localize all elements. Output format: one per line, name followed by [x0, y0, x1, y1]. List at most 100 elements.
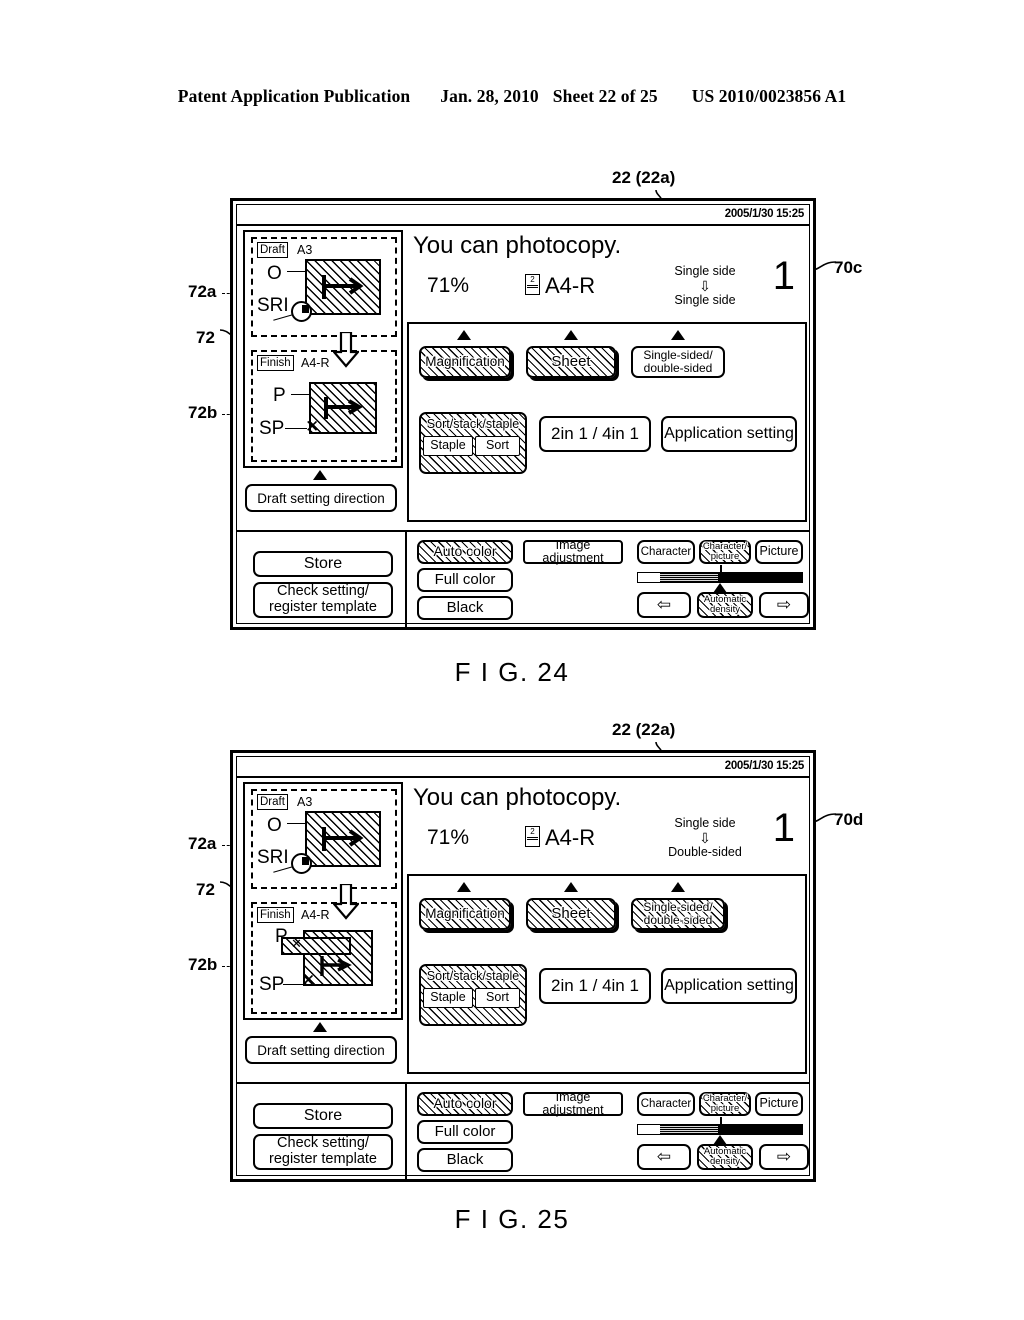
callout-72a-fig25: 72a — [188, 834, 217, 853]
settings-group-fig25: Magnification Sheet Single-sided/ double… — [407, 874, 807, 1074]
panel-bottom-area-fig25: Store Check setting/ register template A… — [237, 1082, 809, 1179]
finish-marker-sp-fig25: SP — [259, 974, 285, 995]
picture-button-fig25[interactable]: Picture — [755, 1092, 803, 1116]
draft-size-fig24: A3 — [297, 243, 313, 257]
check-setting-register-template-button-fig25[interactable]: Check setting/ register template — [253, 1134, 393, 1170]
sheet-button-fig24[interactable]: Sheet — [526, 346, 616, 378]
character-button-fig24[interactable]: Character — [637, 540, 695, 564]
callout-70c: 70c — [834, 258, 863, 277]
panel-inner-frame-fig25: 2005/1/30 15:25 Draft A3 O SRI Finish A4… — [236, 756, 810, 1179]
2in1-4in1-button-fig24[interactable]: 2in 1 / 4in 1 — [539, 416, 651, 452]
zoom-percent-fig24: 71% — [427, 274, 470, 297]
sheet-up-triangle-fig24 — [564, 330, 578, 340]
status-info-area-fig24: You can photocopy. 71% 2 A4-R Single sid… — [407, 228, 807, 321]
auto-color-button-fig24[interactable]: Auto color — [417, 540, 513, 564]
bottom-divider-fig24 — [405, 532, 407, 627]
magnification-up-triangle-fig24 — [457, 330, 471, 340]
copier-touch-panel-fig24: 2005/1/30 15:25 Draft A3 O SRI Finish A4… — [230, 198, 816, 630]
single-double-sided-button-fig24[interactable]: Single-sided/ double-sided — [631, 346, 725, 378]
magnification-button-fig25[interactable]: Magnification — [419, 898, 511, 930]
finish-corner-x-fig24: ✕ — [305, 417, 320, 436]
finish-tag-fig24: Finish — [257, 355, 294, 371]
duplex-to-fig24: Single side — [674, 293, 736, 307]
finish-marker-p-fig24: P — [273, 385, 286, 406]
duplex-from-fig24: Single side — [674, 264, 736, 278]
preview-box-fig24: Draft A3 O SRI Finish A4-R P SP ✕ — [243, 230, 403, 468]
density-increase-button-fig24[interactable]: ⇨ — [759, 592, 809, 618]
density-slider-tick-fig24 — [720, 565, 722, 579]
image-adjustment-button-fig25[interactable]: Image adjustment — [523, 1090, 623, 1117]
store-button-fig25[interactable]: Store — [253, 1103, 393, 1129]
density-increase-button-fig25[interactable]: ⇨ — [759, 1144, 809, 1170]
copy-count-fig25: 1 — [772, 806, 795, 850]
sided-up-triangle-fig24 — [671, 330, 685, 340]
draft-marker-o-fig25: O — [267, 815, 282, 836]
draft-setting-direction-button-fig25[interactable]: Draft setting direction — [245, 1036, 397, 1064]
header-date: Jan. 28, 2010 — [440, 86, 539, 106]
magnification-button-fig24[interactable]: Magnification — [419, 346, 511, 378]
finish-sp-leader-fig24 — [285, 428, 307, 429]
single-double-sided-button-fig25[interactable]: Single-sided/ double-sided — [631, 898, 725, 930]
direction-up-triangle-fig25 — [313, 1022, 327, 1032]
automatic-density-button-fig25[interactable]: Automatic density — [697, 1144, 753, 1170]
callout-72-fig25: 72 — [196, 880, 215, 899]
application-setting-button-fig24[interactable]: Application setting — [661, 416, 797, 452]
check-setting-register-template-button-fig24[interactable]: Check setting/ register template — [253, 582, 393, 618]
preview-box-fig25: Draft A3 O SRI Finish A4-R SP ✕ ✕ — [243, 782, 403, 1020]
draft-corner-mark-fig25 — [291, 853, 312, 874]
panel-top-area-fig24: Draft A3 O SRI Finish A4-R P SP ✕ Draft … — [237, 226, 809, 528]
draft-marker-sri-fig25: SRI — [257, 847, 289, 868]
sheet-button-fig25[interactable]: Sheet — [526, 898, 616, 930]
draft-sheet-image-fig24 — [305, 259, 381, 315]
full-color-button-fig25[interactable]: Full color — [417, 1120, 513, 1144]
duplex-arrow-fig24: ⇩ — [699, 278, 711, 294]
staple-subbutton-fig25[interactable]: Staple — [423, 988, 473, 1008]
staple-subbutton-fig24[interactable]: Staple — [423, 436, 473, 456]
finish-marker-sp-fig24: SP — [259, 418, 285, 439]
black-button-fig24[interactable]: Black — [417, 596, 513, 620]
draft-setting-direction-button-fig24[interactable]: Draft setting direction — [245, 484, 397, 512]
callout-72b-fig25: 72b — [188, 955, 218, 974]
panel-titlebar-fig25: 2005/1/30 15:25 — [237, 757, 809, 778]
auto-color-button-fig25[interactable]: Auto color — [417, 1092, 513, 1116]
patent-page-header: Patent Application Publication Jan. 28, 2… — [0, 86, 1024, 107]
draft-corner-mark-fig24 — [291, 301, 312, 322]
full-color-button-fig24[interactable]: Full color — [417, 568, 513, 592]
draft-o-leader-fig25 — [287, 823, 305, 824]
callout-22-22a-fig25: 22 (22a) — [612, 720, 676, 739]
finish-preview-fig25: Finish A4-R P SP — [251, 902, 397, 1014]
status-message-fig24: You can photocopy. — [413, 232, 622, 259]
character-picture-button-fig25[interactable]: Character/ picture — [699, 1092, 751, 1116]
finish-p-leader-fig24 — [291, 394, 309, 395]
black-button-fig25[interactable]: Black — [417, 1148, 513, 1172]
callout-22-22a-fig24: 22 (22a) — [612, 168, 676, 187]
draft-orientation-glyph-fig25 — [322, 827, 364, 851]
clock-display-fig25: 2005/1/30 15:25 — [724, 760, 805, 772]
callout-72b-fig24: 72b — [188, 403, 218, 422]
finish-corner-x-fig25: ✕ — [301, 971, 316, 990]
image-adjustment-button-fig24[interactable]: Image adjustment — [523, 538, 623, 565]
automatic-density-button-fig24[interactable]: Automatic density — [697, 592, 753, 618]
copier-touch-panel-fig25: 2005/1/30 15:25 Draft A3 O SRI Finish A4… — [230, 750, 816, 1182]
density-decrease-button-fig24[interactable]: ⇦ — [637, 592, 691, 618]
store-button-fig24[interactable]: Store — [253, 551, 393, 577]
density-decrease-button-fig25[interactable]: ⇦ — [637, 1144, 691, 1170]
picture-button-fig24[interactable]: Picture — [755, 540, 803, 564]
panel-titlebar-fig24: 2005/1/30 15:25 — [237, 205, 809, 226]
paper-tray-icon-fig24: 2 — [525, 274, 540, 295]
character-button-fig25[interactable]: Character — [637, 1092, 695, 1116]
draft-tag-fig25: Draft — [257, 794, 288, 810]
sort-subbutton-fig25[interactable]: Sort — [475, 988, 520, 1008]
2in1-4in1-button-fig25[interactable]: 2in 1 / 4in 1 — [539, 968, 651, 1004]
density-slider-tick-fig25 — [720, 1117, 722, 1131]
duplex-status-fig24: Single side ⇩ Single side — [645, 264, 765, 308]
application-setting-button-fig25[interactable]: Application setting — [661, 968, 797, 1004]
paper-size-fig25: A4-R — [545, 825, 596, 850]
zoom-percent-fig25: 71% — [427, 826, 470, 849]
character-picture-button-fig24[interactable]: Character/ picture — [699, 540, 751, 564]
finish-tag-fig25: Finish — [257, 907, 294, 923]
finish-size-fig24: A4-R — [301, 356, 330, 370]
duplex-arrow-fig25: ⇩ — [699, 830, 711, 846]
sort-subbutton-fig24[interactable]: Sort — [475, 436, 520, 456]
sided-up-triangle-fig25 — [671, 882, 685, 892]
